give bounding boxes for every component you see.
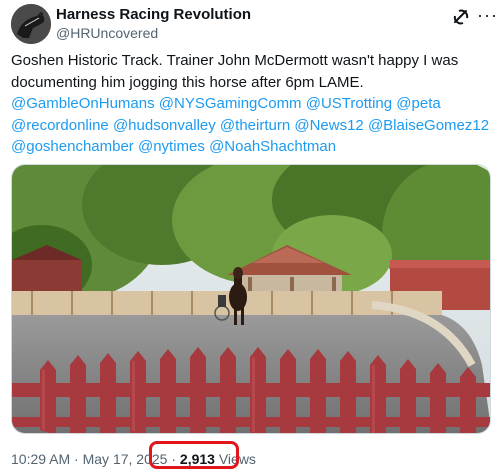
views-highlight-box [149, 441, 239, 469]
mention-line: @recordonline @hudsonvalley @theirturn @… [11, 115, 493, 137]
tweet-time[interactable]: 10:29 AM [11, 451, 70, 467]
author-name[interactable]: Harness Racing Revolution [56, 6, 251, 24]
tweet-text: Goshen Historic Track. Trainer John McDe… [11, 50, 493, 158]
mention-link[interactable]: @peta [396, 95, 440, 112]
mention-link[interactable]: @GambleOnHumans [11, 95, 155, 112]
mention-link[interactable]: @USTrotting [306, 95, 392, 112]
mention-link[interactable]: @NYSGamingComm [159, 95, 302, 112]
mention-link[interactable]: @nytimes [138, 138, 205, 155]
more-icon[interactable]: ··· [477, 2, 498, 28]
mention-line: @goshenchamber @nytimes @NoahShachtman [11, 136, 493, 158]
mention-link[interactable]: @goshenchamber [11, 138, 134, 155]
mention-link[interactable]: @BlaiseGomez12 [368, 117, 489, 134]
mention-link[interactable]: @theirturn [220, 117, 290, 134]
mention-link[interactable]: @NoahShachtman [209, 138, 336, 155]
grok-icon[interactable] [451, 7, 471, 27]
mention-link[interactable]: @recordonline [11, 117, 109, 134]
tweet-line: Goshen Historic Track. Trainer John McDe… [11, 52, 459, 69]
tweet-line: documenting him jogging this horse after… [11, 73, 364, 91]
mention-link[interactable]: @hudsonvalley [113, 117, 216, 134]
avatar[interactable] [11, 4, 51, 44]
mention-link[interactable]: @News12 [294, 117, 363, 134]
meta-separator: · [74, 451, 79, 467]
mention-line: @GambleOnHumans @NYSGamingComm @USTrotti… [11, 93, 493, 115]
author-handle[interactable]: @HRUncovered [56, 24, 158, 42]
tweet-video[interactable] [11, 164, 491, 434]
